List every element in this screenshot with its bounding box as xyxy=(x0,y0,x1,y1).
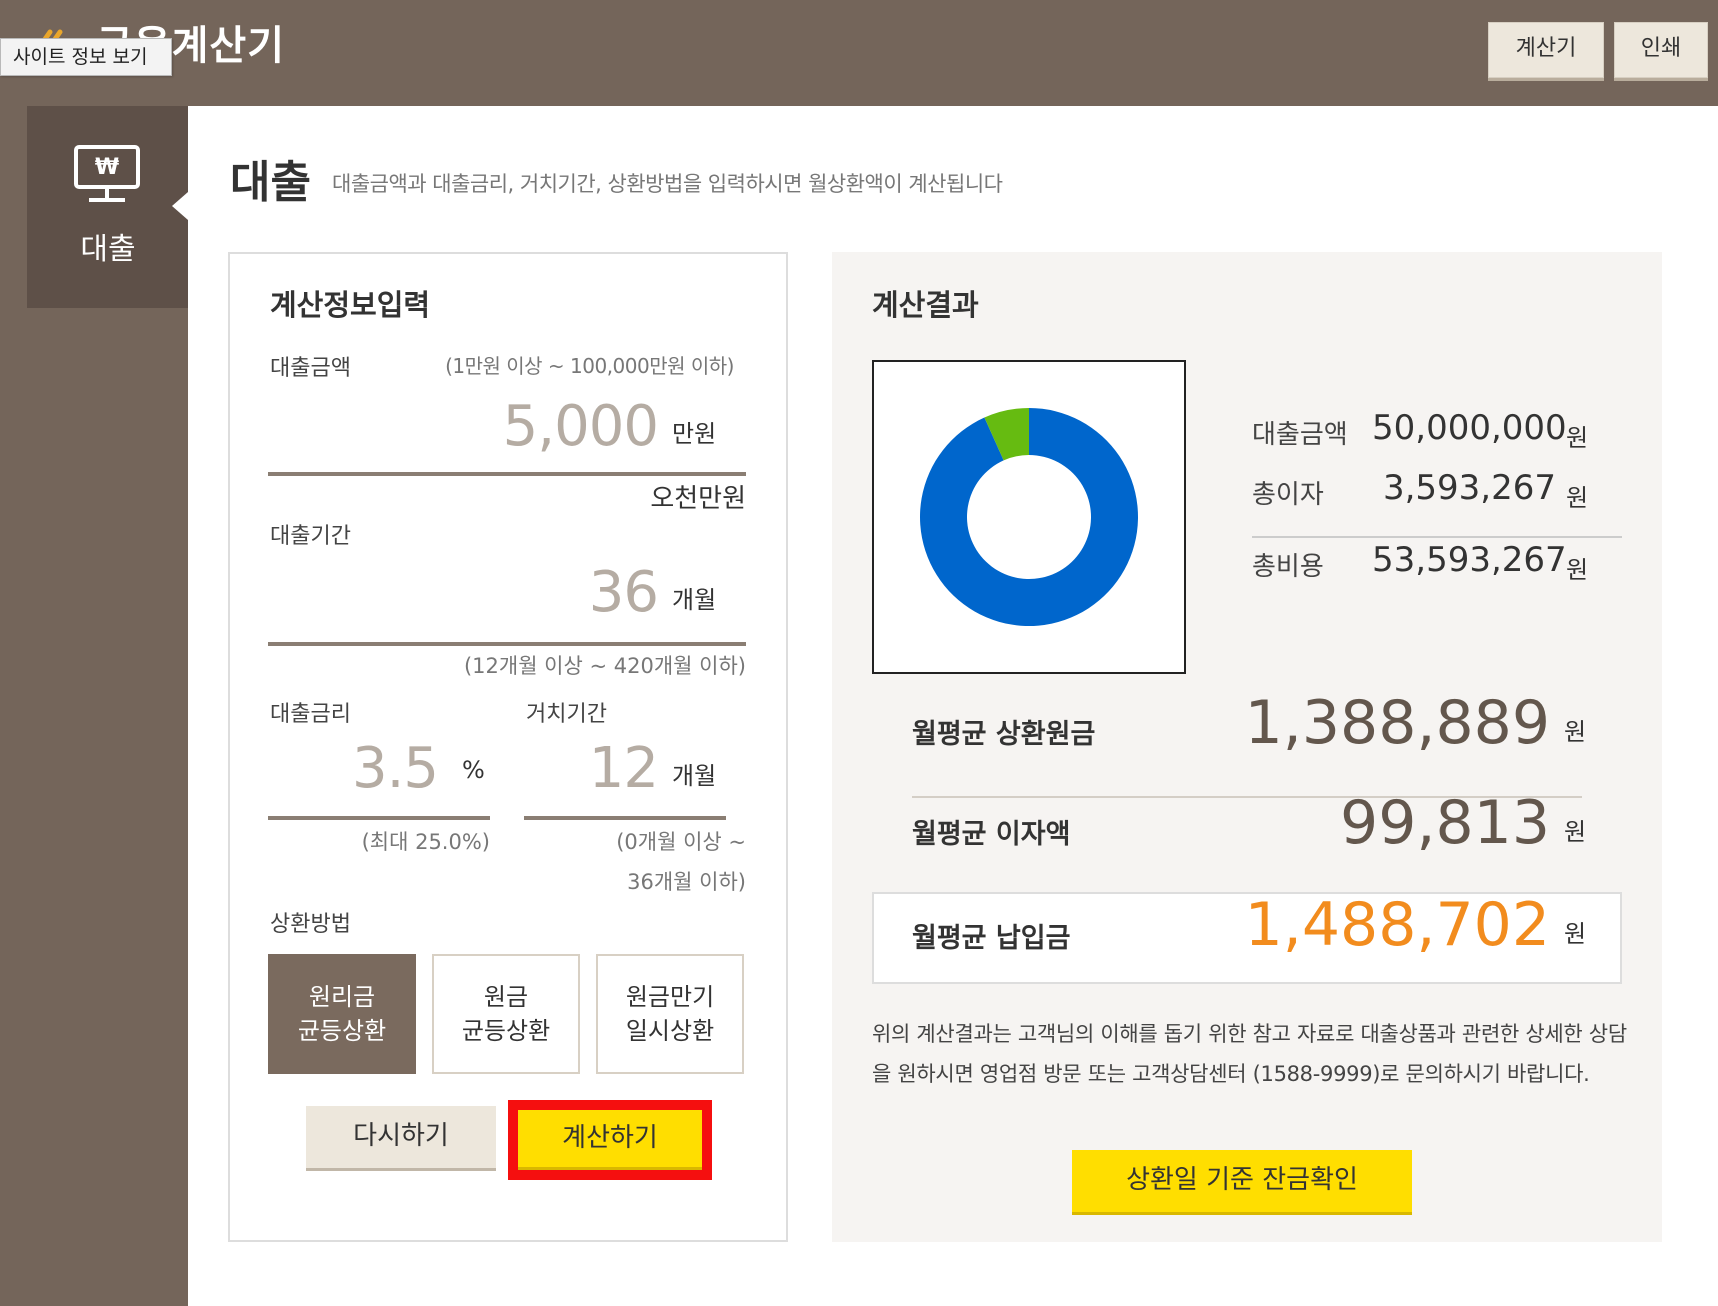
active-nav-pointer xyxy=(172,192,188,220)
repayment-option-bullet[interactable]: 원금만기일시상환 xyxy=(596,954,744,1074)
summary-divider xyxy=(1252,536,1622,538)
monthly-principal-label: 월평균 상환원금 xyxy=(912,719,1096,750)
grace-period-underline xyxy=(524,816,726,820)
interest-rate-label: 대출금리 xyxy=(270,702,351,727)
grace-period-hint-line2: 36개월 이하) xyxy=(627,870,746,894)
summary-loan-amount-label: 대출금액 xyxy=(1252,420,1348,450)
summary-total-interest-value: 3,593,267 xyxy=(1382,468,1556,508)
repayment-method-label: 상환방법 xyxy=(270,912,351,937)
interest-rate-input[interactable]: 3.5 xyxy=(270,736,439,801)
main-panel: 대출 대출금액과 대출금리, 거치기간, 상환방법을 입력하시면 월상환액이 계… xyxy=(188,106,1718,1306)
loan-period-unit: 개월 xyxy=(672,586,717,614)
balance-check-button[interactable]: 상환일 기준 잔금확인 xyxy=(1072,1150,1412,1212)
loan-amount-input[interactable]: 5,000 xyxy=(270,394,659,459)
summary-total-cost-value: 53,593,267 xyxy=(1372,540,1567,580)
loan-period-underline xyxy=(268,642,746,646)
summary-total-cost-label: 총비용 xyxy=(1252,552,1324,582)
donut-chart-svg xyxy=(920,408,1138,626)
loan-period-range-hint: (12개월 이상 ~ 420개월 이하) xyxy=(463,654,746,678)
loan-amount-label: 대출금액 xyxy=(270,356,351,381)
loan-amount-underline xyxy=(268,472,746,476)
print-button[interactable]: 인쇄 xyxy=(1614,22,1708,78)
calculator-button[interactable]: 계산기 xyxy=(1488,22,1604,78)
result-card: 계산결과 대출금액 50,000,000 원 총이자 3,593,267 원 총… xyxy=(832,252,1662,1242)
notice-text: 위의 계산결과는 고객님의 이해를 돕기 위한 참고 자료로 대출상품과 관련한… xyxy=(872,1022,1627,1086)
site-info-tooltip: 사이트 정보 보기 xyxy=(0,38,172,76)
monthly-interest-unit: 원 xyxy=(1564,818,1587,846)
donut-chart xyxy=(872,360,1186,674)
option-line2: 균등상환 xyxy=(297,1017,387,1045)
page-description: 대출금액과 대출금리, 거치기간, 상환방법을 입력하시면 월상환액이 계산됩니… xyxy=(332,172,1003,196)
input-card: 계산정보입력 대출금액 (1만원 이상 ~ 100,000만원 이하) 5,00… xyxy=(228,252,788,1242)
monthly-payment-value: 1,488,702 xyxy=(1244,890,1550,960)
won-monitor-icon: ₩ xyxy=(73,144,141,206)
option-line2: 일시상환 xyxy=(625,1017,715,1045)
loan-amount-korean: 오천만원 xyxy=(650,484,746,514)
repayment-option-equal-principal[interactable]: 원금균등상환 xyxy=(432,954,580,1074)
summary-loan-amount-unit: 원 xyxy=(1566,424,1589,452)
grace-period-label: 거치기간 xyxy=(526,702,607,727)
interest-rate-hint: (최대 25.0%) xyxy=(361,830,490,854)
loan-period-label: 대출기간 xyxy=(270,524,351,549)
sidebar-item-label: 대출 xyxy=(80,232,136,267)
result-card-title: 계산결과 xyxy=(872,288,979,322)
loan-amount-range-hint: (1만원 이상 ~ 100,000만원 이하) xyxy=(445,354,734,378)
grace-period-unit: 개월 xyxy=(672,762,717,790)
summary-total-interest-label: 총이자 xyxy=(1252,480,1324,510)
input-card-title: 계산정보입력 xyxy=(270,288,431,322)
loan-amount-unit: 만원 xyxy=(672,420,717,448)
monthly-payment-unit: 원 xyxy=(1564,920,1587,948)
option-line1: 원리금 xyxy=(308,983,376,1011)
option-line1: 원금만기 xyxy=(625,983,715,1011)
svg-text:₩: ₩ xyxy=(95,155,119,180)
monthly-interest-value: 99,813 xyxy=(1340,788,1550,858)
grace-period-hint-line1: (0개월 이상 ~ xyxy=(616,830,746,854)
reset-button[interactable]: 다시하기 xyxy=(306,1106,496,1168)
monthly-principal-value: 1,388,889 xyxy=(1244,688,1550,758)
repayment-option-equal-installment[interactable]: 원리금균등상환 xyxy=(268,954,416,1074)
loan-period-input[interactable]: 36 xyxy=(270,560,659,625)
option-line1: 원금 xyxy=(483,983,529,1011)
calculate-button-highlight: 계산하기 xyxy=(508,1100,712,1180)
sidebar-item-loan[interactable]: ₩ 대출 xyxy=(27,106,189,308)
page-title: 대출 xyxy=(230,157,311,208)
calculate-button[interactable]: 계산하기 xyxy=(518,1110,702,1170)
monthly-interest-label: 월평균 이자액 xyxy=(912,819,1071,850)
monthly-payment-label: 월평균 납입금 xyxy=(912,923,1071,954)
monthly-principal-unit: 원 xyxy=(1564,718,1587,746)
grace-period-input[interactable]: 12 xyxy=(526,736,659,801)
summary-loan-amount-value: 50,000,000 xyxy=(1372,408,1567,448)
option-line2: 균등상환 xyxy=(461,1017,551,1045)
interest-rate-underline xyxy=(268,816,490,820)
interest-rate-unit: % xyxy=(462,756,485,784)
summary-total-cost-unit: 원 xyxy=(1566,556,1589,584)
summary-total-interest-unit: 원 xyxy=(1566,484,1589,512)
